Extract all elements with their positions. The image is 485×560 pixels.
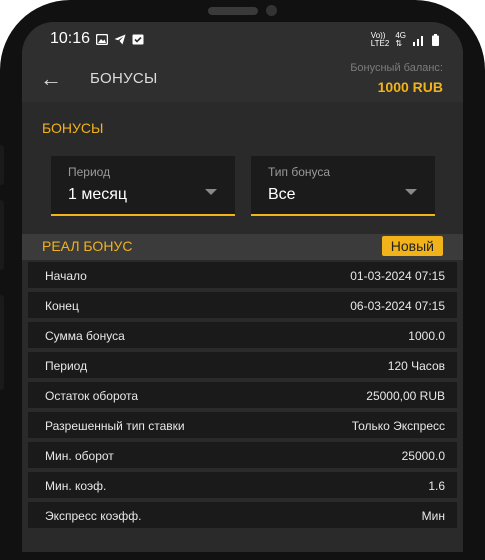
detail-row-min-turnover: Мин. оборот 25000.0 [28, 442, 457, 468]
detail-value: 1000.0 [408, 329, 445, 343]
detail-key: Сумма бонуса [45, 329, 125, 343]
back-arrow-icon[interactable]: ← [40, 66, 62, 92]
volte-indicator: Vo)) LTE2 [371, 32, 390, 48]
period-select[interactable]: Период 1 месяц [51, 156, 235, 216]
detail-value: 120 Часов [387, 359, 445, 373]
lte-label: LTE2 [370, 39, 390, 48]
detail-value: 1.6 [428, 479, 445, 493]
detail-row-bet-type: Разрешенный тип ставки Только Экспресс [28, 412, 457, 438]
detail-key: Период [45, 359, 88, 373]
detail-key: Мин. коэф. [45, 479, 107, 493]
section-title: БОНУСЫ [42, 120, 104, 136]
top-bar: 10:16 Vo)) LTE2 4G ⇅ ← БОНУСЫ Бонусный б… [22, 22, 463, 102]
detail-row-express-odds: Экспресс коэфф. Мин [28, 502, 457, 528]
status-indicators: Vo)) LTE2 4G ⇅ [371, 32, 439, 48]
signal-icon [413, 35, 423, 46]
bonus-details-list: Начало 01-03-2024 07:15 Конец 06-03-2024 0… [22, 262, 463, 532]
status-bar: 10:16 [50, 30, 144, 48]
detail-key: Экспресс коэфф. [45, 509, 142, 523]
detail-key: Разрешенный тип ставки [45, 419, 185, 433]
detail-row-min-odds: Мин. коэф. 1.6 [28, 472, 457, 498]
network-gen-indicator: 4G ⇅ [395, 32, 406, 48]
bonus-type-value: Все [268, 186, 296, 203]
page-title: БОНУСЫ [90, 70, 158, 87]
app-screen: 10:16 Vo)) LTE2 4G ⇅ ← БОНУСЫ Бонусный б… [22, 22, 463, 552]
phone-side-button [0, 295, 4, 390]
notification-check-icon [132, 34, 144, 44]
gallery-icon [96, 33, 109, 45]
detail-row-period: Период 120 Часов [28, 352, 457, 378]
chevron-down-icon [205, 189, 217, 195]
phone-camera [266, 5, 277, 16]
detail-key: Мин. оборот [45, 449, 114, 463]
balance-value: 1000 RUB [377, 79, 443, 95]
detail-row-start: Начало 01-03-2024 07:15 [28, 262, 457, 288]
detail-row-turnover-remaining: Остаток оборота 25000,00 RUB [28, 382, 457, 408]
detail-value: 25000,00 RUB [366, 389, 445, 403]
detail-key: Остаток оборота [45, 389, 139, 403]
detail-row-end: Конец 06-03-2024 07:15 [28, 292, 457, 318]
app-header: ← БОНУСЫ Бонусный баланс: 1000 RUB [22, 60, 463, 100]
bonus-type-select[interactable]: Тип бонуса Все [251, 156, 435, 216]
balance-label: Бонусный баланс: [350, 62, 443, 74]
detail-key: Конец [45, 299, 79, 313]
bonus-card-header: РЕАЛ БОНУС Новый [22, 234, 463, 260]
chevron-down-icon [405, 189, 417, 195]
detail-value: 25000.0 [401, 449, 445, 463]
phone-side-button [0, 200, 4, 270]
status-badge: Новый [381, 236, 443, 256]
detail-value: Только Экспресс [351, 419, 445, 433]
phone-side-button [0, 145, 4, 185]
detail-row-amount: Сумма бонуса 1000.0 [28, 322, 457, 348]
phone-speaker [208, 7, 258, 15]
telegram-icon [114, 34, 126, 44]
detail-key: Начало [45, 269, 87, 283]
phone-frame: 10:16 Vo)) LTE2 4G ⇅ ← БОНУСЫ Бонусный б… [0, 0, 485, 560]
period-value: 1 месяц [68, 186, 128, 203]
detail-value: Мин [421, 509, 445, 523]
data-arrows-icon: ⇅ [395, 39, 403, 48]
bonus-type-label: Тип бонуса [268, 165, 331, 179]
bonus-title: РЕАЛ БОНУС [42, 238, 133, 254]
battery-icon [432, 34, 439, 46]
detail-value: 01-03-2024 07:15 [350, 269, 445, 283]
status-time: 10:16 [50, 30, 91, 47]
period-label: Период [68, 165, 111, 179]
detail-value: 06-03-2024 07:15 [350, 299, 445, 313]
